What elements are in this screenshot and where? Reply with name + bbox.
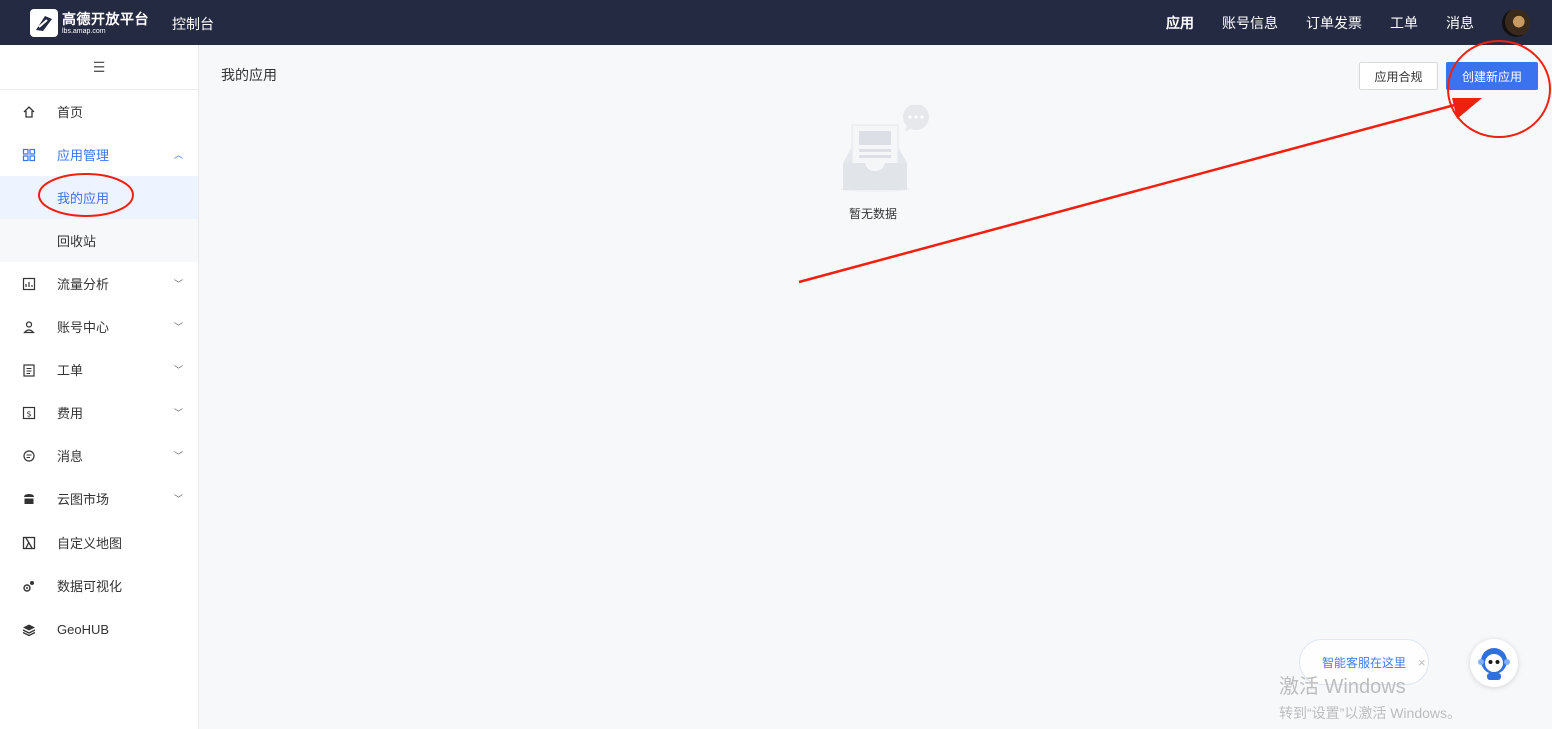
empty-state-text: 暂无数据	[849, 207, 898, 221]
nav-messages[interactable]: 消息	[1446, 13, 1474, 33]
sidebar-item-label: 账号中心	[57, 320, 110, 335]
nav-account-info[interactable]: 账号信息	[1222, 13, 1278, 33]
sidebar-item-fees[interactable]: $ 费用 ﹀	[0, 391, 198, 434]
console-link[interactable]: 控制台	[172, 14, 214, 34]
chevron-down-icon: ﹀	[174, 322, 184, 332]
sidebar-item-messages[interactable]: 消息 ﹀	[0, 434, 198, 477]
watermark-title: 激活 Windows	[1279, 676, 1406, 698]
create-app-button[interactable]: 创建新应用	[1446, 62, 1538, 90]
sidebar-item-label: 首页	[57, 105, 84, 120]
chevron-down-icon: ﹀	[174, 494, 184, 504]
user-icon	[21, 319, 37, 335]
menu-toggle-icon[interactable]: ☰	[0, 45, 198, 90]
amap-logo-icon	[30, 9, 58, 37]
smart-service-label: 智能客服在这里	[1322, 655, 1407, 670]
money-icon: $	[21, 405, 37, 421]
service-bot-avatar[interactable]	[1470, 639, 1518, 687]
sidebar-item-app-management[interactable]: 应用管理 ︿	[0, 133, 198, 176]
sidebar-item-label: 自定义地图	[57, 536, 123, 551]
sidebar-item-label: 消息	[57, 449, 84, 464]
user-avatar[interactable]	[1502, 8, 1530, 37]
amap-logo[interactable]: 高德开放平台 lbs.amap.com	[30, 9, 149, 37]
grid-icon	[21, 147, 37, 163]
chevron-up-icon: ︿	[174, 150, 184, 160]
chevron-down-icon: ﹀	[174, 408, 184, 418]
windows-activation-watermark: 激活 Windows 转到“设置”以激活 Windows。	[1279, 670, 1461, 723]
nav-tickets[interactable]: 工单	[1390, 13, 1418, 33]
top-bar: 高德开放平台 lbs.amap.com 控制台 应用 账号信息 订单发票 工单 …	[0, 0, 1552, 45]
sidebar-item-custom-map[interactable]: 自定义地图	[0, 521, 198, 564]
sidebar-item-label: 工单	[57, 363, 84, 378]
sidebar-item-label: 费用	[57, 406, 84, 421]
home-icon	[21, 104, 37, 120]
sidebar-item-label: 回收站	[57, 234, 97, 249]
chevron-down-icon: ﹀	[174, 451, 184, 461]
sidebar-item-label: 我的应用	[57, 191, 110, 206]
page-title: 我的应用	[221, 67, 277, 83]
sidebar-item-label: 应用管理	[57, 148, 110, 163]
layers-icon	[21, 622, 37, 638]
nav-orders-invoices[interactable]: 订单发票	[1306, 13, 1362, 33]
annotation-overlay	[38, 40, 1551, 284]
top-nav: 应用 账号信息 订单发票 工单 消息	[1166, 0, 1552, 45]
app-compliance-button[interactable]: 应用合规	[1359, 62, 1438, 90]
logo-subtitle: lbs.amap.com	[62, 27, 106, 35]
message-icon	[21, 448, 37, 464]
annotation-arrow-head	[1452, 98, 1482, 119]
sidebar-subitem-recycle-bin[interactable]: 回收站	[0, 219, 198, 262]
sidebar-item-account-center[interactable]: 账号中心 ﹀	[0, 305, 198, 348]
close-icon[interactable]: ×	[1418, 655, 1426, 670]
map-icon	[21, 535, 37, 551]
sidebar-item-data-visualization[interactable]: 数据可视化	[0, 564, 198, 607]
chart-icon	[21, 276, 37, 292]
sidebar: ☰ 首页 应用管理 ︿ 我的应用 回收站 流量分析 ﹀ 账号中心 ﹀ 工单 ﹀ …	[0, 45, 199, 729]
sidebar-item-label: GeoHUB	[57, 622, 110, 637]
svg-text:$: $	[26, 409, 31, 418]
chevron-down-icon: ﹀	[174, 365, 184, 375]
sidebar-item-traffic-analysis[interactable]: 流量分析 ﹀	[0, 262, 198, 305]
store-icon	[21, 491, 37, 507]
chevron-down-icon: ﹀	[174, 279, 184, 289]
nav-apps[interactable]: 应用	[1166, 13, 1194, 33]
sidebar-subitem-my-apps[interactable]: 我的应用	[0, 176, 198, 219]
sidebar-item-label: 流量分析	[57, 277, 110, 292]
empty-state-illustration	[835, 104, 935, 200]
sidebar-item-label: 数据可视化	[57, 579, 123, 594]
sidebar-item-home[interactable]: 首页	[0, 90, 198, 133]
clipboard-icon	[21, 362, 37, 378]
sidebar-item-label: 云图市场	[57, 492, 110, 507]
sidebar-item-geohub[interactable]: GeoHUB	[0, 608, 198, 651]
sidebar-item-tickets[interactable]: 工单 ﹀	[0, 348, 198, 391]
sidebar-item-cloud-market[interactable]: 云图市场 ﹀	[0, 477, 198, 520]
watermark-subtitle: 转到“设置”以激活 Windows。	[1279, 705, 1462, 721]
visual-icon	[21, 578, 37, 594]
logo-title: 高德开放平台	[62, 10, 149, 27]
